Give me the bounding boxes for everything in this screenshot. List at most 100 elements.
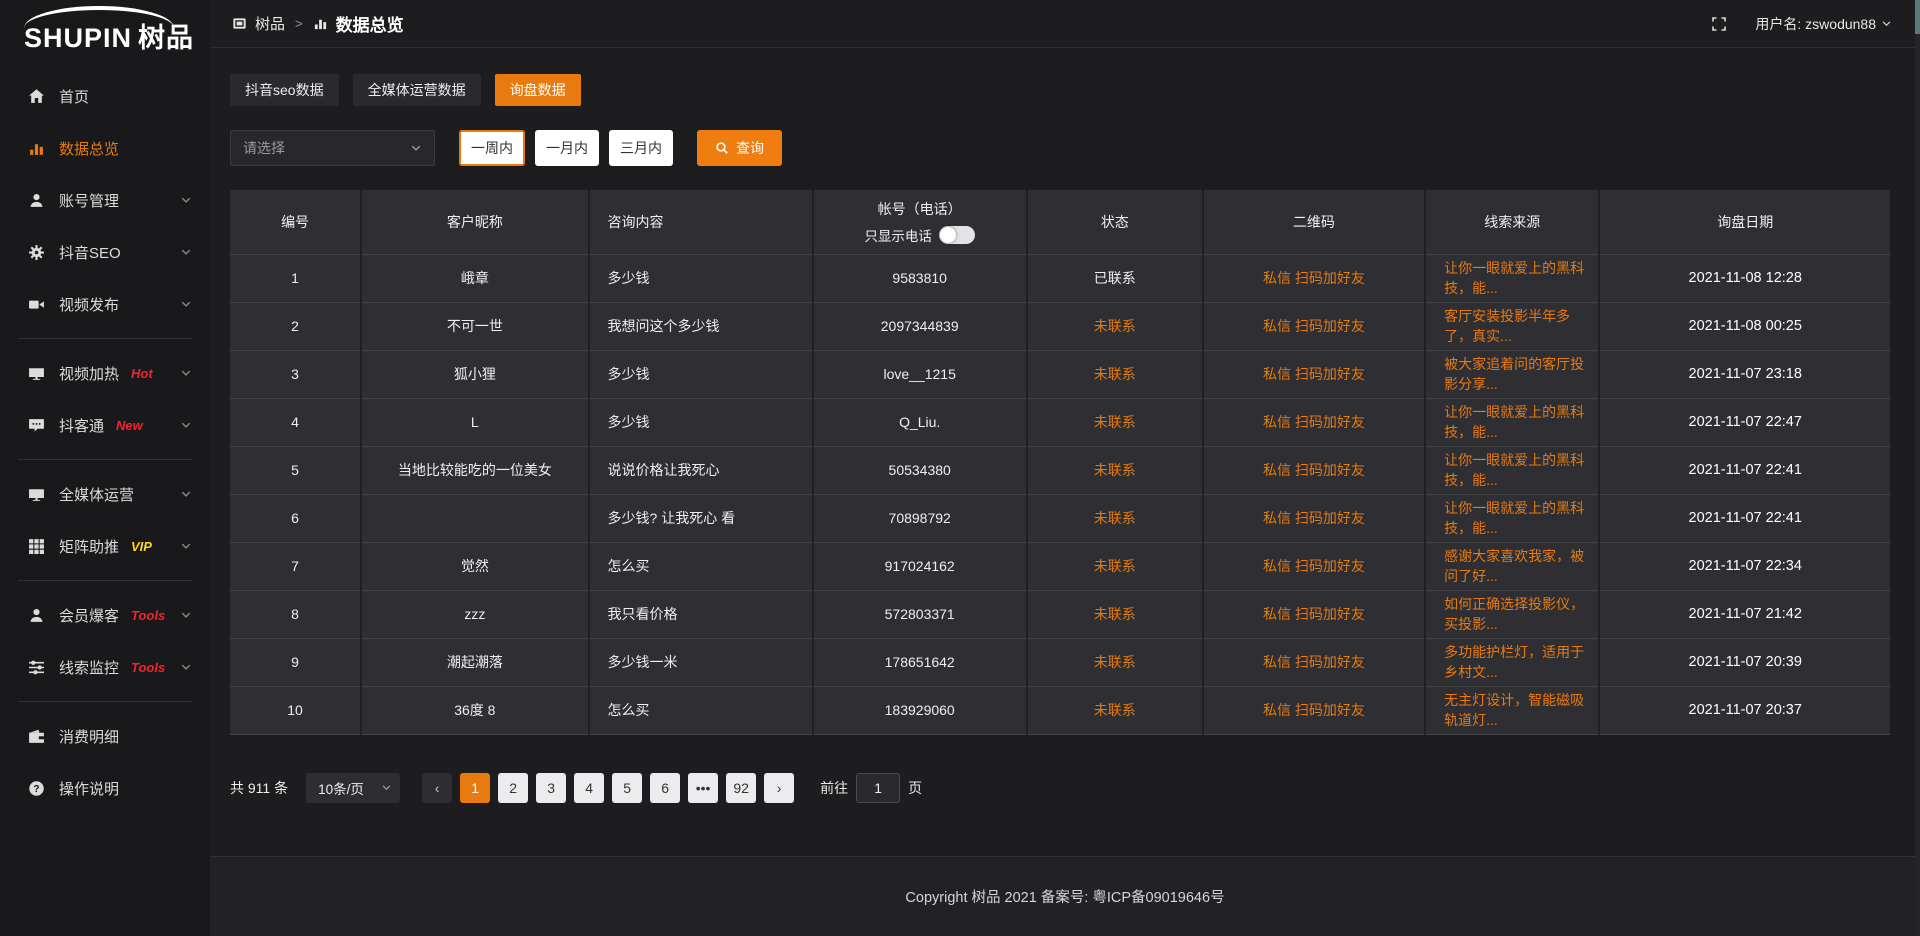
gear-icon	[28, 244, 45, 261]
row-account: 2097344839	[813, 302, 1027, 350]
chevron-down-icon	[180, 298, 192, 310]
sidebar-item-label: 首页	[59, 86, 89, 107]
qr-add-friend-link[interactable]: 私信 扫码加好友	[1263, 606, 1365, 622]
chevron-down-icon	[381, 782, 392, 793]
row-source[interactable]: 让你一眼就爱上的黑科技，能...	[1425, 446, 1599, 494]
scrollbar-thumb[interactable]	[1915, 0, 1920, 34]
filter-select[interactable]: 请选择	[230, 130, 435, 166]
row-date: 2021-11-08 00:25	[1599, 302, 1890, 350]
row-source[interactable]: 客厅安装投影半年多了，真实...	[1425, 302, 1599, 350]
range-button-1[interactable]: 一月内	[535, 130, 599, 166]
sidebar-item-1[interactable]: 数据总览	[0, 122, 210, 174]
page-button-5[interactable]: 5	[612, 773, 642, 803]
sidebar-item-label: 视频加热	[59, 363, 119, 384]
copyright-text: Copyright 树品 2021 备案号: 粤ICP备09019646号	[905, 886, 1224, 907]
home-icon	[28, 88, 45, 105]
row-source[interactable]: 如何正确选择投影仪，买投影...	[1425, 590, 1599, 638]
sidebar-item-3[interactable]: 抖音SEO	[0, 226, 210, 278]
row-source[interactable]: 无主灯设计，智能磁吸轨道灯...	[1425, 686, 1599, 734]
user-menu[interactable]: 用户名: zswodun88	[1755, 14, 1892, 34]
row-source[interactable]: 让你一眼就爱上的黑科技，能...	[1425, 398, 1599, 446]
row-account: 178651642	[813, 638, 1027, 686]
page-button-2[interactable]: 2	[498, 773, 528, 803]
row-nickname: zzz	[361, 590, 588, 638]
sidebar-item-label: 数据总览	[59, 138, 119, 159]
breadcrumb-home[interactable]: 树品	[255, 13, 285, 34]
sidebar-item-label: 抖音SEO	[59, 242, 121, 263]
row-nickname: 峨章	[361, 254, 588, 302]
sidebar-item-4[interactable]: 视频发布	[0, 278, 210, 330]
sidebar-item-2[interactable]: 账号管理	[0, 174, 210, 226]
row-nickname: 狐小狸	[361, 350, 588, 398]
goto-page-input[interactable]	[856, 773, 900, 803]
sidebar-item-16[interactable]: ?操作说明	[0, 762, 210, 814]
sidebar-item-7[interactable]: 抖客通New	[0, 399, 210, 451]
footer: Copyright 树品 2021 备案号: 粤ICP备09019646号	[210, 856, 1920, 936]
row-qrcode: 私信 扫码加好友	[1203, 686, 1425, 734]
fullscreen-icon[interactable]	[1711, 16, 1727, 32]
camera-icon	[28, 296, 45, 313]
range-button-0[interactable]: 一周内	[459, 130, 525, 166]
sidebar-item-15[interactable]: 消费明细	[0, 710, 210, 762]
row-qrcode: 私信 扫码加好友	[1203, 446, 1425, 494]
sidebar-item-0[interactable]: 首页	[0, 70, 210, 122]
page-ellipsis-button[interactable]: •••	[688, 773, 718, 803]
phone-only-toggle[interactable]	[939, 226, 975, 244]
sidebar-item-10[interactable]: 矩阵助推VIP	[0, 520, 210, 572]
sidebar-item-12[interactable]: 会员爆客Tools	[0, 589, 210, 641]
next-page-button[interactable]: ›	[764, 773, 794, 803]
qr-add-friend-link[interactable]: 私信 扫码加好友	[1263, 558, 1365, 574]
row-no: 6	[230, 494, 361, 542]
row-no: 1	[230, 254, 361, 302]
qr-add-friend-link[interactable]: 私信 扫码加好友	[1263, 654, 1365, 670]
row-source[interactable]: 多功能护栏灯，适用于乡村文...	[1425, 638, 1599, 686]
qr-add-friend-link[interactable]: 私信 扫码加好友	[1263, 414, 1365, 430]
chevron-down-icon	[180, 246, 192, 258]
page-size-select[interactable]: 10条/页	[306, 773, 400, 803]
sidebar-item-6[interactable]: 视频加热Hot	[0, 347, 210, 399]
row-account: 50534380	[813, 446, 1027, 494]
row-source[interactable]: 感谢大家喜欢我家，被问了好...	[1425, 542, 1599, 590]
qr-add-friend-link[interactable]: 私信 扫码加好友	[1263, 366, 1365, 382]
row-status: 已联系	[1027, 254, 1203, 302]
row-source[interactable]: 被大家追着问的客厅投影分享...	[1425, 350, 1599, 398]
qr-add-friend-link[interactable]: 私信 扫码加好友	[1263, 462, 1365, 478]
qr-add-friend-link[interactable]: 私信 扫码加好友	[1263, 510, 1365, 526]
row-content: 多少钱	[589, 398, 813, 446]
col-date: 询盘日期	[1599, 190, 1890, 254]
col-source: 线索来源	[1425, 190, 1599, 254]
wallet-icon	[28, 728, 45, 745]
app-icon	[232, 16, 247, 31]
row-status: 未联系	[1027, 398, 1203, 446]
sidebar-item-9[interactable]: 全媒体运营	[0, 468, 210, 520]
row-source[interactable]: 让你一眼就爱上的黑科技，能...	[1425, 494, 1599, 542]
row-source[interactable]: 让你一眼就爱上的黑科技，能...	[1425, 254, 1599, 302]
search-button[interactable]: 查询	[697, 130, 782, 166]
sidebar-item-label: 全媒体运营	[59, 484, 134, 505]
qr-add-friend-link[interactable]: 私信 扫码加好友	[1263, 318, 1365, 334]
qr-add-friend-link[interactable]: 私信 扫码加好友	[1263, 270, 1365, 286]
tab-1[interactable]: 全媒体运营数据	[353, 74, 481, 106]
page-button-3[interactable]: 3	[536, 773, 566, 803]
row-date: 2021-11-07 22:41	[1599, 494, 1890, 542]
page-button-1[interactable]: 1	[460, 773, 490, 803]
page-button-92[interactable]: 92	[726, 773, 756, 803]
row-nickname	[361, 494, 588, 542]
row-date: 2021-11-07 23:18	[1599, 350, 1890, 398]
tab-bar: 抖音seo数据全媒体运营数据询盘数据	[230, 74, 1890, 106]
tab-2[interactable]: 询盘数据	[495, 74, 581, 106]
prev-page-button[interactable]: ‹	[422, 773, 452, 803]
grid-icon	[28, 538, 45, 555]
inquiry-table: 编号 客户昵称 咨询内容 帐号（电话） 只显示电话 状态	[230, 190, 1890, 735]
page-button-6[interactable]: 6	[650, 773, 680, 803]
tab-0[interactable]: 抖音seo数据	[230, 74, 339, 106]
sidebar-item-13[interactable]: 线索监控Tools	[0, 641, 210, 693]
monitor-icon	[28, 365, 45, 382]
qr-add-friend-link[interactable]: 私信 扫码加好友	[1263, 702, 1365, 718]
range-button-2[interactable]: 三月内	[609, 130, 673, 166]
table-row: 7觉然怎么买917024162未联系私信 扫码加好友感谢大家喜欢我家，被问了好.…	[230, 542, 1890, 590]
sidebar-item-label: 抖客通	[59, 415, 104, 436]
page-button-4[interactable]: 4	[574, 773, 604, 803]
page-scrollbar[interactable]	[1915, 0, 1920, 936]
row-status: 未联系	[1027, 302, 1203, 350]
